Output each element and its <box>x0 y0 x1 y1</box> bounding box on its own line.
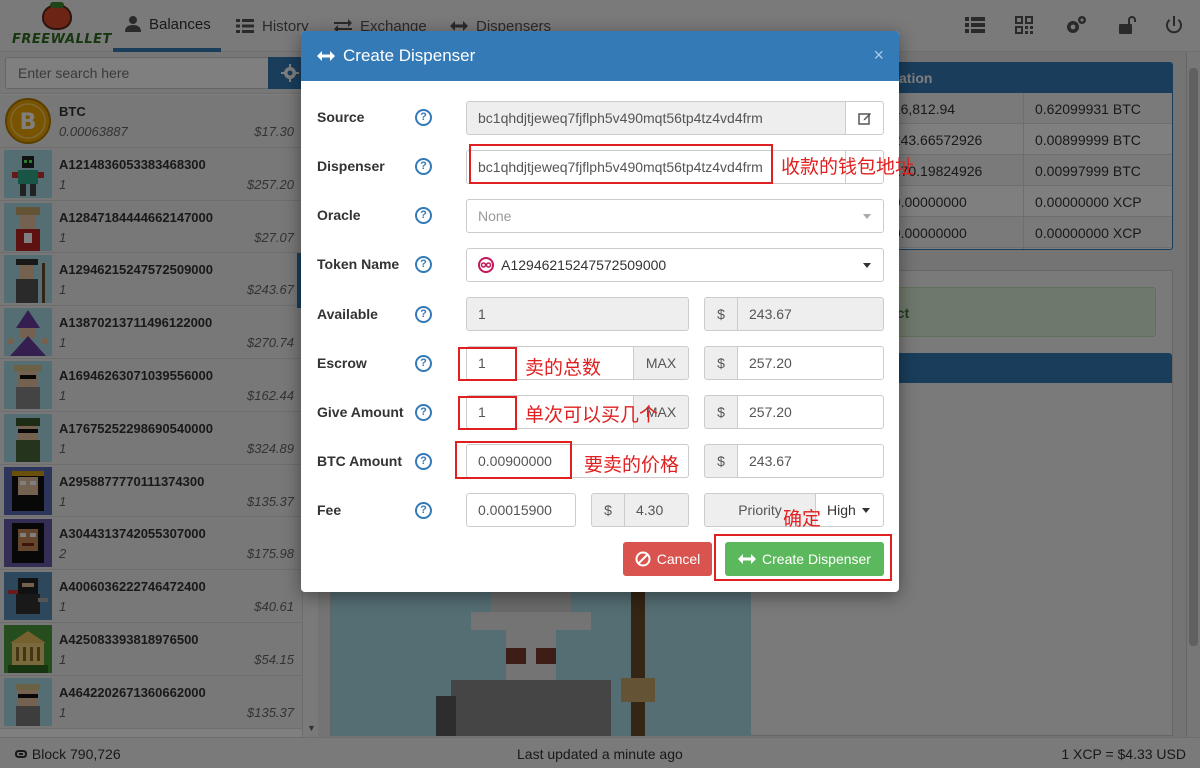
dollar-addon: $ <box>704 346 738 380</box>
dialog-title: Create Dispenser <box>343 46 476 65</box>
annotation-box <box>469 144 773 184</box>
chevron-down-icon <box>863 263 871 268</box>
oracle-select[interactable]: None <box>466 199 884 233</box>
annotation-box <box>714 534 892 581</box>
dispenser-label: Dispenser <box>317 158 385 174</box>
token-name-label: Token Name <box>317 256 400 272</box>
help-icon[interactable]: ? <box>415 404 432 421</box>
fee-label: Fee <box>317 502 342 518</box>
annotation-escrow-note: 卖的总数 <box>525 357 602 379</box>
help-icon[interactable]: ? <box>415 256 432 273</box>
token-logo-icon <box>478 257 494 273</box>
help-icon[interactable]: ? <box>415 207 432 224</box>
source-field[interactable]: bc1qhdjtjeweq7fjflph5v490mqt56tp4tz4vd4f… <box>466 101 846 135</box>
dollar-addon: $ <box>704 395 738 429</box>
give-amount-usd-input[interactable]: 257.20 <box>737 395 884 429</box>
help-icon[interactable]: ? <box>415 453 432 470</box>
chevron-down-icon <box>862 508 870 513</box>
close-icon[interactable]: × <box>873 45 884 66</box>
dollar-addon: $ <box>704 444 738 478</box>
btc-amount-label: BTC Amount <box>317 453 403 469</box>
help-icon[interactable]: ? <box>415 158 432 175</box>
available-field: 1 <box>466 297 689 331</box>
source-label: Source <box>317 109 365 125</box>
annotation-confirm-note: 确定 <box>783 508 822 530</box>
btc-amount-usd-input[interactable]: 243.67 <box>737 444 884 478</box>
escrow-max-button[interactable]: MAX <box>633 346 689 380</box>
cancel-button[interactable]: Cancel <box>623 542 712 576</box>
priority-dropdown[interactable]: High <box>815 493 884 527</box>
escrow-label: Escrow <box>317 355 367 371</box>
cancel-button-label: Cancel <box>656 551 701 567</box>
dispenser-icon <box>317 51 335 61</box>
annotation-dispenser-note: 收款的钱包地址 <box>781 156 915 178</box>
help-icon[interactable]: ? <box>415 306 432 323</box>
oracle-label: Oracle <box>317 207 361 223</box>
fee-input[interactable]: 0.00015900 <box>466 493 576 527</box>
available-label: Available <box>317 306 378 322</box>
fee-usd-field: 4.30 <box>624 493 689 527</box>
help-icon[interactable]: ? <box>415 502 432 519</box>
ban-icon <box>635 551 651 567</box>
help-icon[interactable]: ? <box>415 109 432 126</box>
escrow-usd-input[interactable]: 257.20 <box>737 346 884 380</box>
annotation-box <box>458 396 517 430</box>
dialog-header: Create Dispenser × <box>301 31 899 81</box>
dollar-addon: $ <box>704 297 738 331</box>
annotation-btc-note: 要卖的价格 <box>584 454 680 476</box>
token-selected-value: A12946215247572509000 <box>501 257 667 273</box>
annotation-box <box>458 347 517 381</box>
dollar-addon: $ <box>591 493 625 527</box>
edit-icon <box>857 113 871 125</box>
annotation-give-note: 单次可以买几个 <box>525 404 659 426</box>
available-usd-field: 243.67 <box>737 297 884 331</box>
chevron-down-icon <box>863 214 871 219</box>
edit-source-button[interactable] <box>845 101 884 135</box>
token-select[interactable]: A12946215247572509000 <box>466 248 884 282</box>
priority-value: High <box>827 502 856 518</box>
give-amount-label: Give Amount <box>317 404 404 420</box>
annotation-box <box>455 441 572 479</box>
help-icon[interactable]: ? <box>415 355 432 372</box>
oracle-selected-value: None <box>478 208 512 224</box>
